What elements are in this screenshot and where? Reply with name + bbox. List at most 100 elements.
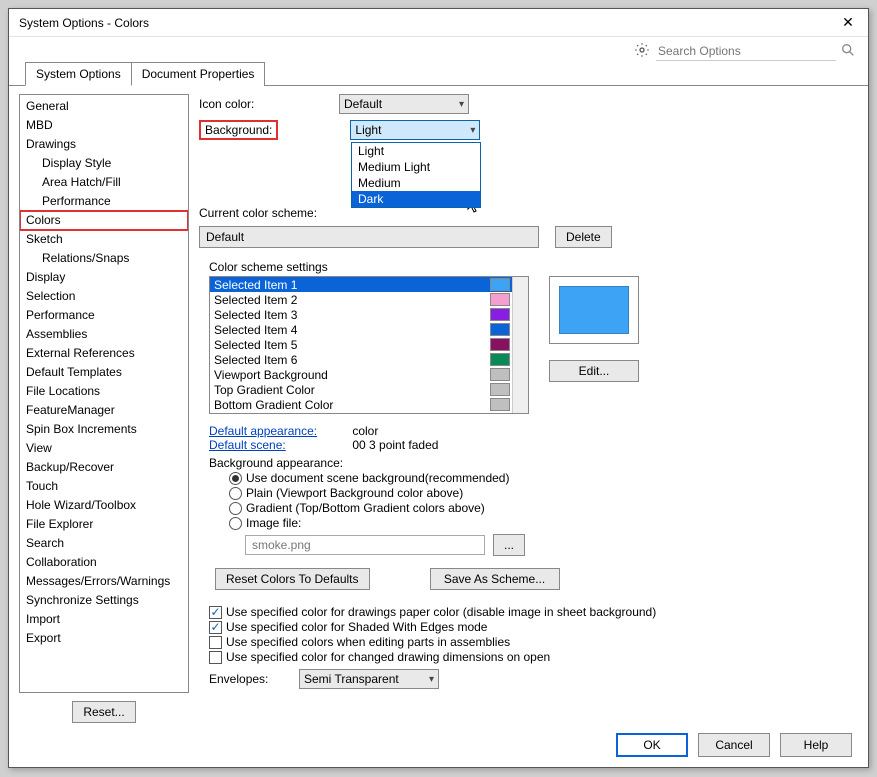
sidebar-item-selection[interactable]: Selection: [20, 287, 188, 306]
tab-document-properties[interactable]: Document Properties: [131, 62, 266, 86]
sidebar-item-hole-wizard-toolbox[interactable]: Hole Wizard/Toolbox: [20, 496, 188, 515]
sidebar-item-performance[interactable]: Performance: [20, 192, 188, 211]
search-input[interactable]: [656, 41, 836, 61]
sidebar-item-display[interactable]: Display: [20, 268, 188, 287]
chevron-down-icon: ▾: [470, 125, 475, 136]
option-checkbox[interactable]: Use specified color for changed drawing …: [209, 650, 858, 664]
sidebar-item-assemblies[interactable]: Assemblies: [20, 325, 188, 344]
delete-scheme-button[interactable]: Delete: [555, 226, 612, 248]
edit-color-button[interactable]: Edit...: [549, 360, 639, 382]
sidebar-item-mbd[interactable]: MBD: [20, 116, 188, 135]
scheme-item[interactable]: Viewport Background: [210, 367, 512, 382]
scheme-item[interactable]: Selected Item 3: [210, 307, 512, 322]
sidebar-item-general[interactable]: General: [20, 97, 188, 116]
save-scheme-button[interactable]: Save As Scheme...: [430, 568, 560, 590]
color-scheme-list[interactable]: Selected Item 1Selected Item 2Selected I…: [209, 276, 529, 414]
option-checkbox[interactable]: ✓Use specified color for Shaded With Edg…: [209, 620, 858, 634]
background-dropdown[interactable]: Light ▾: [350, 120, 480, 140]
checkbox-icon: [209, 651, 222, 664]
option-checkbox[interactable]: ✓Use specified color for drawings paper …: [209, 605, 858, 619]
color-swatch: [490, 293, 510, 306]
sidebar-item-messages-errors-warnings[interactable]: Messages/Errors/Warnings: [20, 572, 188, 591]
default-scene-link[interactable]: Default scene:: [209, 438, 349, 452]
reset-colors-button[interactable]: Reset Colors To Defaults: [215, 568, 370, 590]
icon-color-value: Default: [344, 97, 382, 111]
scheme-item[interactable]: Bottom Gradient Color: [210, 397, 512, 412]
background-option-dark[interactable]: Dark: [352, 191, 480, 207]
color-swatch: [490, 353, 510, 366]
settings-pane: Icon color: Default ▾ Background: Light …: [199, 94, 858, 723]
content: GeneralMBDDrawingsDisplay StyleArea Hatc…: [9, 86, 868, 723]
gear-icon[interactable]: [634, 42, 652, 60]
sidebar-item-view[interactable]: View: [20, 439, 188, 458]
sidebar-item-collaboration[interactable]: Collaboration: [20, 553, 188, 572]
background-option-light[interactable]: Light: [352, 143, 480, 159]
current-scheme-value: Default: [206, 230, 244, 244]
sidebar-item-synchronize-settings[interactable]: Synchronize Settings: [20, 591, 188, 610]
scheme-item[interactable]: Selected Item 4: [210, 322, 512, 337]
background-dropdown-list[interactable]: LightMedium LightMediumDark: [351, 142, 481, 208]
cancel-button[interactable]: Cancel: [698, 733, 770, 757]
sidebar-item-drawings[interactable]: Drawings: [20, 135, 188, 154]
sidebar-item-performance[interactable]: Performance: [20, 306, 188, 325]
sidebar-item-area-hatch-fill[interactable]: Area Hatch/Fill: [20, 173, 188, 192]
sidebar-item-search[interactable]: Search: [20, 534, 188, 553]
icon-color-dropdown[interactable]: Default ▾: [339, 94, 469, 114]
option-checkbox[interactable]: Use specified colors when editing parts …: [209, 635, 858, 649]
checkbox-icon: [209, 636, 222, 649]
scheme-item[interactable]: Top Gradient Color: [210, 382, 512, 397]
color-preview: [549, 276, 639, 344]
envelopes-label: Envelopes:: [209, 672, 299, 686]
scheme-item[interactable]: Selected Item 6: [210, 352, 512, 367]
browse-image-button[interactable]: ...: [493, 534, 525, 556]
dialog-footer: OK Cancel Help: [9, 723, 868, 767]
color-swatch: [490, 278, 510, 291]
background-option-medium[interactable]: Medium: [352, 175, 480, 191]
sidebar-item-featuremanager[interactable]: FeatureManager: [20, 401, 188, 420]
background-label: Background:: [199, 120, 278, 140]
category-tree[interactable]: GeneralMBDDrawingsDisplay StyleArea Hatc…: [19, 94, 189, 693]
bg-appearance-radio[interactable]: Plain (Viewport Background color above): [229, 486, 858, 500]
envelopes-dropdown[interactable]: Semi Transparent ▾: [299, 669, 439, 689]
close-icon[interactable]: ✕: [836, 13, 860, 33]
background-option-medium-light[interactable]: Medium Light: [352, 159, 480, 175]
sidebar-item-relations-snaps[interactable]: Relations/Snaps: [20, 249, 188, 268]
help-button[interactable]: Help: [780, 733, 852, 757]
image-file-input[interactable]: smoke.png: [245, 535, 485, 555]
envelopes-value: Semi Transparent: [304, 672, 399, 686]
color-swatch: [490, 323, 510, 336]
sidebar-item-colors[interactable]: Colors: [20, 211, 188, 230]
scheme-item[interactable]: Selected Item 2: [210, 292, 512, 307]
tab-system-options[interactable]: System Options: [25, 62, 132, 86]
window-title: System Options - Colors: [19, 16, 836, 30]
sidebar-item-export[interactable]: Export: [20, 629, 188, 648]
sidebar-item-display-style[interactable]: Display Style: [20, 154, 188, 173]
bg-appearance-radio[interactable]: Image file:: [229, 516, 858, 530]
scrollbar[interactable]: [512, 277, 528, 413]
sidebar-item-sketch[interactable]: Sketch: [20, 230, 188, 249]
bg-appearance-radio[interactable]: Gradient (Top/Bottom Gradient colors abo…: [229, 501, 858, 515]
sidebar-item-spin-box-increments[interactable]: Spin Box Increments: [20, 420, 188, 439]
default-scene-value: 00 3 point faded: [352, 438, 438, 452]
radio-icon: [229, 502, 242, 515]
sidebar-item-external-references[interactable]: External References: [20, 344, 188, 363]
search-icon[interactable]: [840, 42, 858, 60]
sidebar-item-file-explorer[interactable]: File Explorer: [20, 515, 188, 534]
current-scheme-label: Current color scheme:: [199, 206, 339, 220]
chevron-down-icon: ▾: [429, 674, 434, 685]
sidebar-item-file-locations[interactable]: File Locations: [20, 382, 188, 401]
default-appearance-link[interactable]: Default appearance:: [209, 424, 349, 438]
default-appearance-value: color: [352, 424, 378, 438]
sidebar-item-touch[interactable]: Touch: [20, 477, 188, 496]
bg-appearance-radio[interactable]: Use document scene background(recommende…: [229, 471, 858, 485]
current-scheme-select[interactable]: Default: [199, 226, 539, 248]
sidebar-item-import[interactable]: Import: [20, 610, 188, 629]
sidebar-item-backup-recover[interactable]: Backup/Recover: [20, 458, 188, 477]
background-value: Light: [355, 123, 381, 137]
checkbox-icon: ✓: [209, 606, 222, 619]
reset-button[interactable]: Reset...: [72, 701, 135, 723]
scheme-item[interactable]: Selected Item 1: [210, 277, 512, 292]
scheme-item[interactable]: Selected Item 5: [210, 337, 512, 352]
sidebar-item-default-templates[interactable]: Default Templates: [20, 363, 188, 382]
ok-button[interactable]: OK: [616, 733, 688, 757]
